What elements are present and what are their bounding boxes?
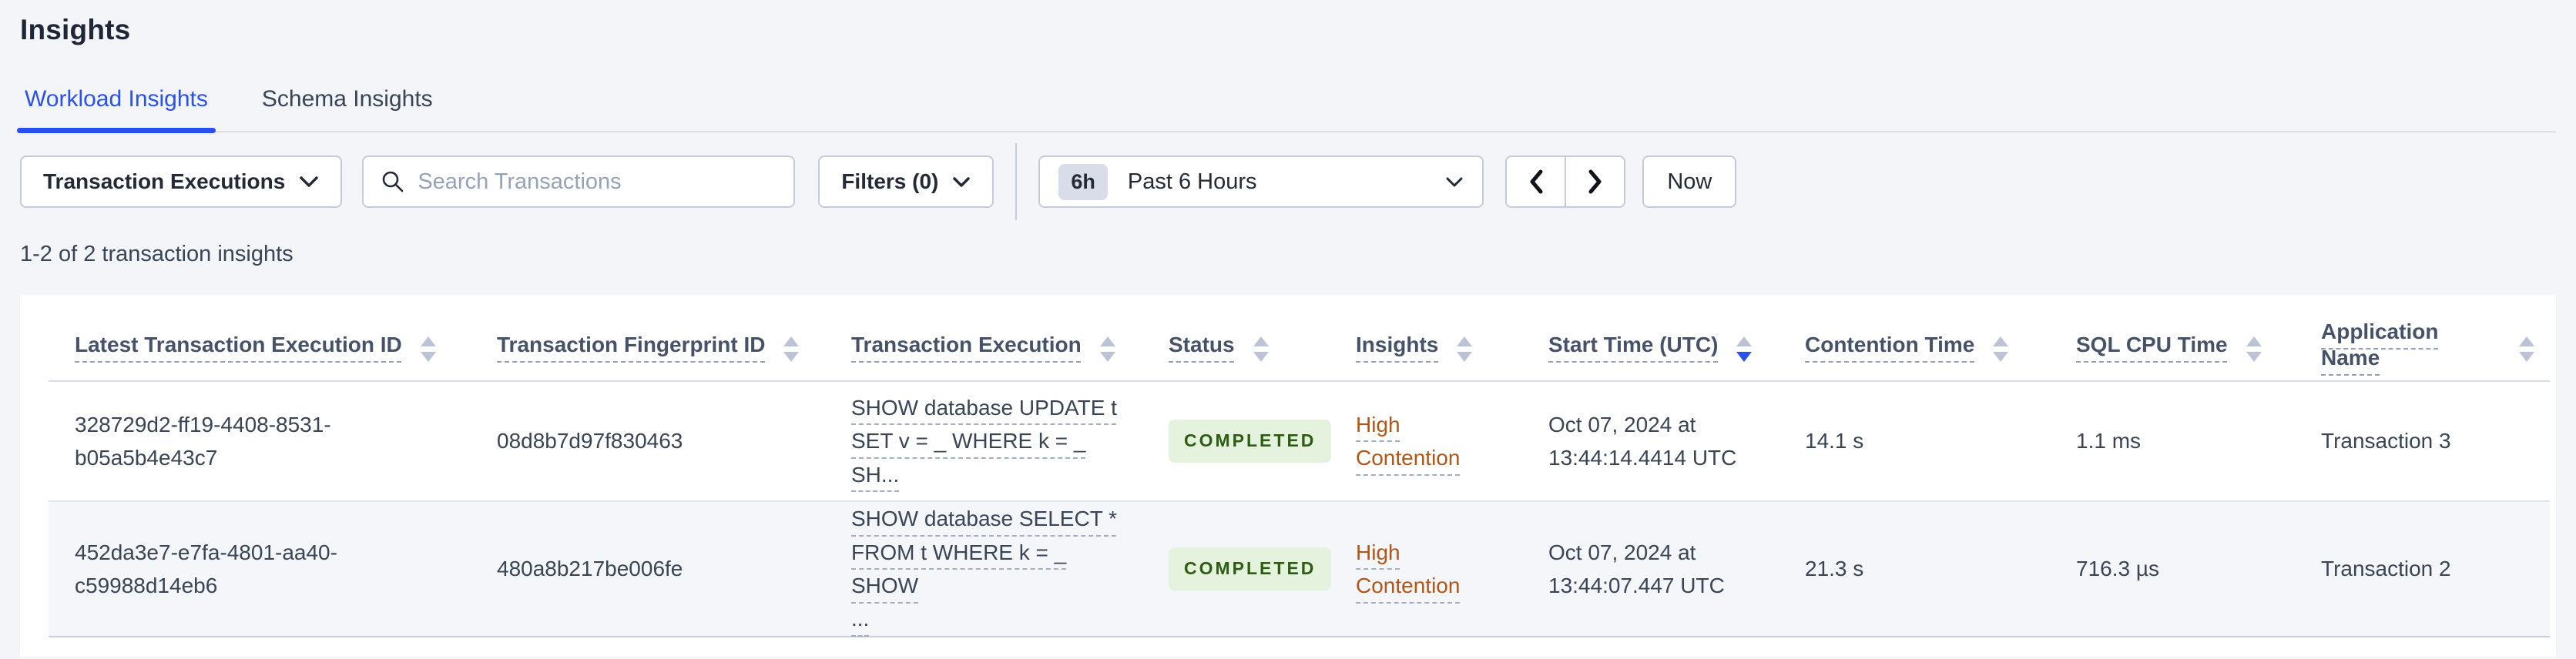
cell-latest-execution-id: 328729d2-ff19-4408-8531-b05a5b4e43c7 xyxy=(75,412,331,470)
column-header-application-name[interactable]: Application Name xyxy=(2295,319,2550,380)
cell-sql-cpu-time: 716.3 µs xyxy=(2076,557,2159,581)
high-contention-link[interactable]: High Contention xyxy=(1356,413,1460,470)
column-header-insights[interactable]: Insights xyxy=(1330,332,1522,367)
cell-fingerprint-id: 480a8b217be006fe xyxy=(497,557,683,581)
filters-dropdown[interactable]: Filters (0) xyxy=(818,156,995,208)
next-time-button[interactable] xyxy=(1565,156,1626,208)
column-header-start-time[interactable]: Start Time (UTC) xyxy=(1522,332,1779,367)
table-row: 328729d2-ff19-4408-8531-b05a5b4e43c7 08d… xyxy=(49,382,2550,502)
time-range-label: Past 6 Hours xyxy=(1127,169,1257,194)
sort-arrows-icon[interactable] xyxy=(1993,336,2009,362)
time-pager xyxy=(1505,156,1626,208)
cell-insights: High Contention xyxy=(1330,536,1522,603)
status-badge: COMPLETED xyxy=(1169,420,1332,463)
sort-arrows-icon[interactable] xyxy=(420,336,436,362)
high-contention-link[interactable]: High Contention xyxy=(1356,540,1460,597)
chevron-down-icon xyxy=(299,176,319,188)
column-header-sql-cpu-time[interactable]: SQL CPU Time xyxy=(2050,332,2295,367)
cell-start-time: Oct 07, 2024 at 13:44:14.4414 UTC xyxy=(1548,412,1737,470)
cell-application-name: Transaction 2 xyxy=(2321,557,2451,581)
sort-arrows-icon[interactable] xyxy=(2519,336,2534,362)
cell-sql-cpu-time: 1.1 ms xyxy=(2076,429,2142,453)
column-header-latest-transaction-execution-id[interactable]: Latest Transaction Execution ID xyxy=(49,332,471,367)
cell-insights: High Contention xyxy=(1330,408,1522,475)
tab-schema-insights[interactable]: Schema Insights xyxy=(257,86,438,131)
cell-application-name: Transaction 3 xyxy=(2321,429,2451,453)
chevron-down-icon xyxy=(1445,176,1464,188)
chevron-down-icon xyxy=(952,176,971,188)
transaction-execution-link[interactable]: SHOW database SELECT * FROM t WHERE k = … xyxy=(825,502,1142,636)
now-button[interactable]: Now xyxy=(1642,156,1737,208)
chevron-right-icon xyxy=(1588,169,1603,194)
cell-contention-time: 14.1 s xyxy=(1805,429,1864,453)
chevron-left-icon xyxy=(1528,169,1544,194)
column-header-status[interactable]: Status xyxy=(1142,332,1330,367)
transaction-type-label: Transaction Executions xyxy=(43,169,286,193)
sort-arrows-icon[interactable] xyxy=(783,336,800,362)
insights-table-card: Latest Transaction Execution ID Transact… xyxy=(20,295,2556,657)
results-count: 1-2 of 2 transaction insights xyxy=(20,242,293,266)
cell-status: COMPLETED xyxy=(1142,420,1332,463)
sort-arrows-icon[interactable] xyxy=(1099,336,1115,362)
table-header-row: Latest Transaction Execution ID Transact… xyxy=(49,295,2550,382)
sort-arrows-icon[interactable] xyxy=(1457,336,1473,362)
filters-label: Filters (0) xyxy=(841,169,939,193)
tab-workload-insights[interactable]: Workload Insights xyxy=(17,86,216,133)
tab-bar: Workload Insights Schema Insights xyxy=(17,86,2556,133)
cell-contention-time: 21.3 s xyxy=(1805,557,1864,581)
previous-time-button[interactable] xyxy=(1505,156,1566,208)
table-row: 452da3e7-e7fa-4801-aa40-c59988d14eb6 480… xyxy=(49,502,2550,637)
cell-latest-execution-id: 452da3e7-e7fa-4801-aa40-c59988d14eb6 xyxy=(75,540,337,597)
column-header-transaction-execution[interactable]: Transaction Execution xyxy=(825,332,1142,367)
search-input[interactable] xyxy=(418,169,777,195)
insights-page: Insights Workload Insights Schema Insigh… xyxy=(0,0,2576,657)
controls-divider xyxy=(1015,143,1018,220)
time-range-badge: 6h xyxy=(1058,163,1108,200)
now-button-label: Now xyxy=(1667,169,1712,194)
sort-arrows-icon[interactable] xyxy=(2246,336,2262,362)
time-range-dropdown[interactable]: 6h Past 6 Hours xyxy=(1038,156,1484,208)
column-header-transaction-fingerprint-id[interactable]: Transaction Fingerprint ID xyxy=(471,332,825,367)
controls-row: Transaction Executions Filters (0) 6h Pa… xyxy=(20,143,2556,220)
sort-arrows-icon[interactable] xyxy=(1253,336,1269,362)
transaction-execution-link[interactable]: SHOW database UPDATE t SET v = _ WHERE k… xyxy=(825,391,1142,491)
cell-status: COMPLETED xyxy=(1142,547,1332,590)
search-icon xyxy=(381,169,405,194)
transaction-type-dropdown[interactable]: Transaction Executions xyxy=(20,156,343,208)
cell-start-time: Oct 07, 2024 at 13:44:07.447 UTC xyxy=(1548,540,1725,597)
page-title: Insights xyxy=(20,14,131,45)
status-badge: COMPLETED xyxy=(1169,547,1332,590)
search-box[interactable] xyxy=(362,156,796,208)
sort-arrows-icon-active-desc[interactable] xyxy=(1736,336,1753,362)
cell-fingerprint-id: 08d8b7d97f830463 xyxy=(497,429,683,453)
column-header-contention-time[interactable]: Contention Time xyxy=(1779,332,2050,367)
